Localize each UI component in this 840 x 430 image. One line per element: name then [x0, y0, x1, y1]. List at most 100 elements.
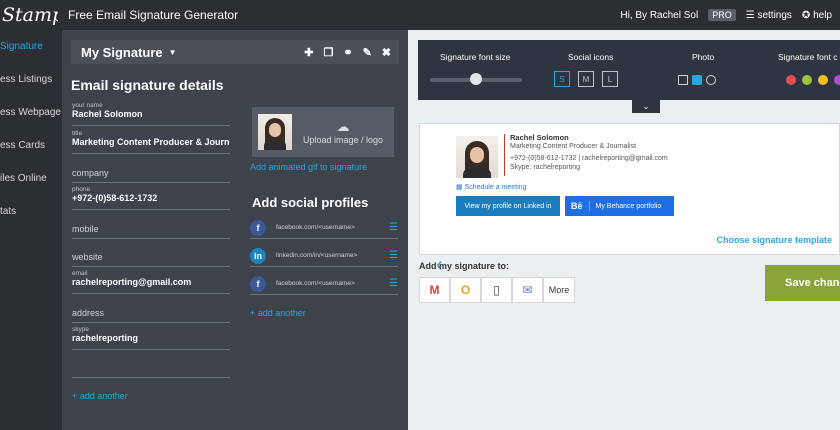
save-changes-button[interactable]: Save chang [765, 265, 840, 301]
signature-name: Rachel Solomon [510, 133, 569, 142]
preview-pane: Signature font size Social icons S M L P… [408, 30, 840, 430]
drag-handle-icon[interactable]: ☰ [389, 278, 398, 289]
size-large-button[interactable]: L [602, 71, 618, 87]
schedule-meeting-link[interactable]: ▦ Schedule a meeting [456, 183, 526, 191]
social-row-linkedin[interactable]: in linkedin.com/in/<username> ☰ [250, 245, 398, 267]
size-medium-button[interactable]: M [578, 71, 594, 87]
upload-label: Upload image / logo [302, 135, 384, 145]
stamp-logo[interactable]: Stamp [2, 4, 58, 26]
add-signature-to-label: Add my signature to: [419, 261, 510, 271]
social-input[interactable]: facebook.com/<username> [276, 280, 389, 287]
outlook-icon[interactable]: O [450, 277, 481, 303]
close-icon[interactable]: ✖ [382, 46, 391, 59]
email-client-list: M O ▯ ✉ More [419, 277, 575, 303]
size-small-button[interactable]: S [554, 71, 570, 87]
settings-link[interactable]: ☰ settings [746, 10, 792, 21]
mobile-field[interactable]: mobile [72, 224, 230, 239]
field-label: phone [72, 186, 91, 193]
help-link[interactable]: ✪ help [802, 10, 832, 21]
title-field[interactable]: title Marketing Content Producer & Journ [72, 130, 230, 154]
mobile-icon[interactable]: ▯ [481, 277, 512, 303]
cloud-upload-icon: ☁ [336, 119, 350, 134]
sidebar-item-files[interactable]: iles Online [0, 162, 62, 195]
website-field[interactable]: website [72, 252, 230, 267]
social-title: Add social profiles [252, 195, 369, 210]
field-label: title [72, 130, 83, 137]
font-color-label: Signature font c [778, 52, 838, 62]
field-value[interactable]: Marketing Content Producer & Journ [72, 137, 230, 147]
address-field[interactable]: address [72, 308, 230, 323]
user-greeting[interactable]: Hi, By Rachel Sol [620, 10, 698, 21]
chevron-down-icon: ▼ [168, 47, 177, 57]
sidebar-item-webpage[interactable]: ess Webpage [0, 96, 62, 129]
field-label: skype [72, 326, 89, 333]
signature-editor: My Signature ▼ ✚ ❐ ⚭ ✎ ✖ Email signature… [62, 30, 408, 430]
behance-icon: Bē [565, 201, 590, 211]
social-row-facebook-2[interactable]: f facebook.com/<username> ☰ [250, 273, 398, 295]
color-swatch-green[interactable] [802, 75, 812, 85]
field-value[interactable]: rachelreporting@gmail.com [72, 277, 230, 287]
social-input[interactable]: facebook.com/<username> [276, 224, 389, 231]
font-size-label: Signature font size [440, 52, 511, 62]
more-clients-button[interactable]: More [543, 277, 575, 303]
link-icon[interactable]: ⚭ [343, 46, 352, 59]
collapse-icon[interactable]: ⌄ [632, 99, 660, 113]
schedule-meeting-label: Schedule a meeting [464, 184, 527, 191]
social-row-facebook[interactable]: f facebook.com/<username> ☰ [250, 217, 398, 239]
color-swatch-yellow[interactable] [818, 75, 828, 85]
field-value[interactable]: rachelreporting [72, 333, 230, 343]
signature-dropdown-label: My Signature [81, 44, 163, 60]
choose-template-link[interactable]: Choose signature template [716, 235, 832, 245]
upload-image-box[interactable]: ☁ Upload image / logo [252, 107, 394, 157]
edit-icon[interactable]: ✎ [363, 46, 372, 59]
slider-knob[interactable] [470, 73, 482, 85]
drag-handle-icon[interactable]: ☰ [389, 250, 398, 261]
social-input[interactable]: linkedin.com/in/<username> [276, 252, 389, 259]
section-title: Email signature details [71, 77, 224, 93]
field-value[interactable]: Rachel Solomon [72, 109, 230, 119]
top-bar: Stamp Free Email Signature Generator Hi,… [0, 0, 840, 30]
options-panel: Signature font size Social icons S M L P… [418, 40, 840, 100]
sidebar-item-stats[interactable]: tats [0, 195, 62, 228]
animated-gif-link[interactable]: Add animated gif to signature [250, 162, 367, 172]
skype-field[interactable]: skype rachelreporting [72, 326, 230, 350]
photo-rounded-option[interactable] [692, 75, 702, 85]
name-field[interactable]: your name Rachel Solomon [72, 102, 230, 126]
sidebar: Signature ess Listings ess Webpage ess C… [0, 30, 62, 430]
facebook-icon: f [250, 275, 266, 292]
social-icons-label: Social icons [568, 52, 614, 62]
phone-field[interactable]: phone +972-(0)58-612-1732 [72, 186, 230, 210]
extra-field[interactable] [72, 364, 230, 378]
field-placeholder: address [72, 308, 105, 318]
font-size-slider[interactable] [430, 73, 522, 85]
field-label: your name [72, 102, 103, 109]
field-placeholder: mobile [72, 224, 99, 234]
field-value[interactable]: +972-(0)58-612-1732 [72, 193, 230, 203]
sidebar-item-signature[interactable]: Signature [0, 30, 62, 63]
signature-title: Marketing Content Producer & Journalist [510, 143, 637, 150]
duplicate-icon[interactable]: ❐ [323, 46, 333, 59]
behance-portfolio-button[interactable]: Bē My Behance portfolio [565, 196, 674, 216]
signature-dropdown[interactable]: My Signature ▼ ✚ ❐ ⚭ ✎ ✖ [71, 40, 399, 64]
facebook-icon: f [250, 219, 266, 236]
color-swatch-red[interactable] [786, 75, 796, 85]
email-field[interactable]: email rachelreporting@gmail.com [72, 270, 230, 294]
photo-circle-option[interactable] [706, 75, 716, 85]
signature-skype: Skype: rachelreporting [510, 164, 581, 171]
signature-divider [504, 134, 505, 176]
linkedin-profile-button[interactable]: View my profile on Linked in [456, 196, 560, 216]
sidebar-item-listings[interactable]: ess Listings [0, 63, 62, 96]
sidebar-item-cards[interactable]: ess Cards [0, 129, 62, 162]
photo-square-option[interactable] [678, 75, 688, 85]
drag-handle-icon[interactable]: ☰ [389, 222, 398, 233]
color-swatch-purple[interactable] [834, 75, 840, 85]
signature-photo [456, 136, 498, 178]
field-placeholder: website [72, 252, 103, 262]
add-another-field-link[interactable]: + add another [72, 391, 128, 401]
avatar [258, 114, 292, 150]
company-field[interactable]: company [72, 168, 230, 183]
apple-mail-icon[interactable]: ✉ [512, 277, 543, 303]
add-another-social-link[interactable]: + add another [250, 308, 306, 318]
add-icon[interactable]: ✚ [304, 46, 313, 59]
gmail-icon[interactable]: M [419, 277, 450, 303]
